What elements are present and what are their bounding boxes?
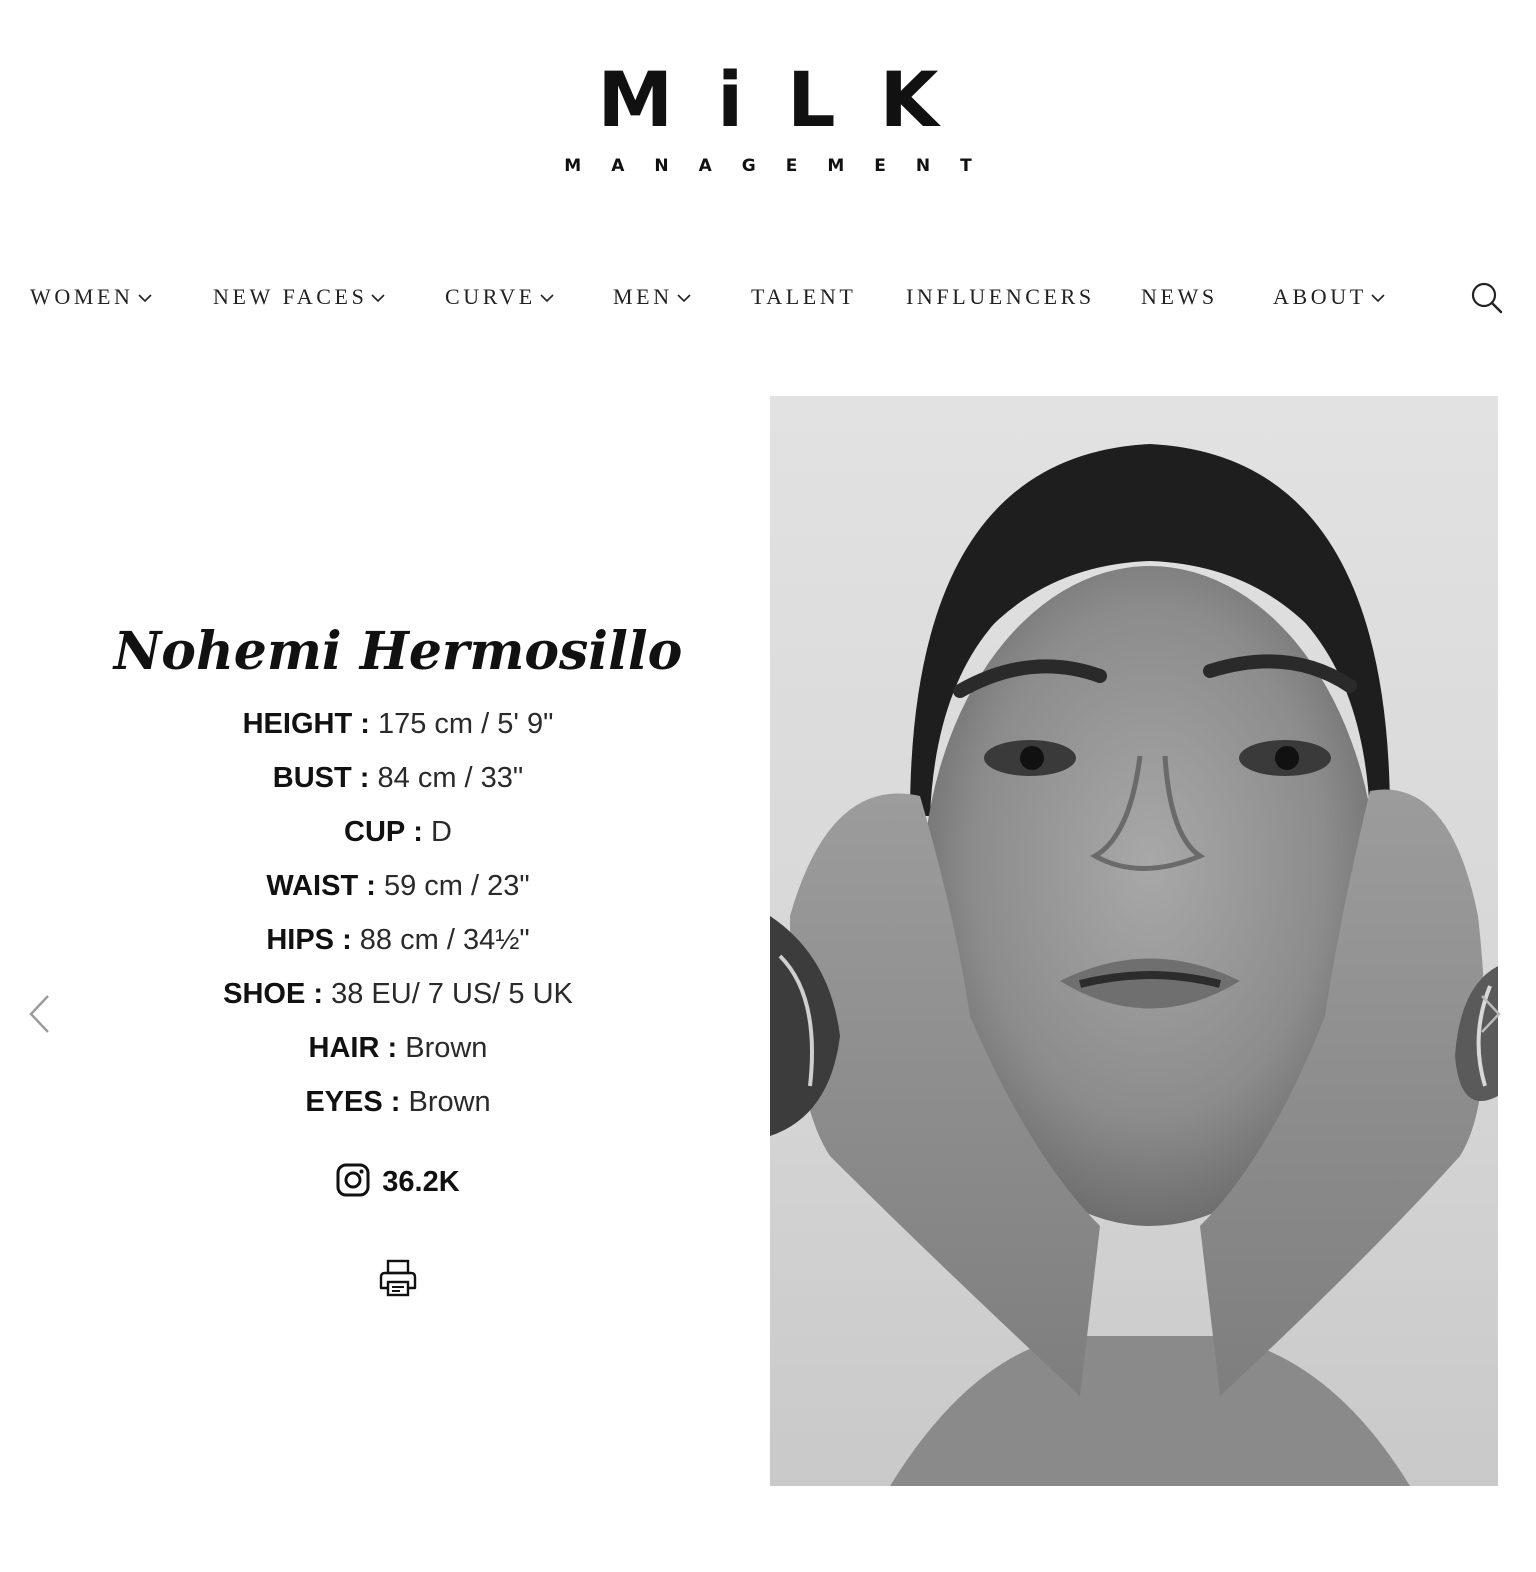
- stat-value: Brown: [408, 1086, 491, 1118]
- logo-wordmark: MiLK: [597, 55, 983, 144]
- stat-eyes: EYES : Brown: [0, 1075, 796, 1129]
- stat-value: D: [431, 816, 452, 848]
- nav-item-label: TALENT: [751, 284, 857, 309]
- chevron-down-icon: [1371, 281, 1385, 311]
- stat-hips: HIPS : 88 cm / 34½": [0, 913, 796, 967]
- stat-bust: BUST : 84 cm / 33": [0, 751, 796, 805]
- nav-item-about[interactable]: ABOUT: [1273, 282, 1385, 314]
- nav-item-men[interactable]: MEN: [613, 282, 691, 314]
- nav-item-label: NEW FACES: [213, 284, 368, 309]
- stat-waist: WAIST : 59 cm / 23": [0, 859, 796, 913]
- model-stats: HEIGHT : 175 cm / 5' 9" BUST : 84 cm / 3…: [0, 697, 796, 1129]
- nav-item-label: INFLUENCERS: [906, 284, 1095, 309]
- search-icon: [1471, 282, 1503, 314]
- portrait-image: [770, 444, 1498, 1486]
- stat-value: 88 cm / 34½": [359, 924, 530, 956]
- instagram-icon: [336, 1163, 370, 1197]
- stat-value: 38 EU/ 7 US/ 5 UK: [331, 978, 573, 1010]
- stat-label: SHOE: [223, 978, 306, 1010]
- model-name: Nohemi Hermosillo: [113, 620, 683, 682]
- nav-item-curve[interactable]: CURVE: [445, 282, 554, 314]
- gallery-prev-button[interactable]: [26, 993, 54, 1035]
- stat-separator: :: [366, 870, 376, 902]
- nav-item-talent[interactable]: TALENT: [751, 282, 856, 312]
- chevron-right-icon: [1481, 995, 1501, 1033]
- nav-item-influencers[interactable]: INFLUENCERS: [906, 282, 1095, 312]
- search-button[interactable]: [1470, 281, 1504, 315]
- nav-item-new-faces[interactable]: NEW FACES: [213, 281, 386, 314]
- main-nav: WOMEN NEW FACES CURVE MEN TALENT INFLUEN…: [0, 282, 1536, 314]
- gallery-next-button[interactable]: [1476, 993, 1504, 1035]
- stat-separator: :: [359, 762, 370, 794]
- stat-separator: :: [390, 1086, 401, 1118]
- stat-label: EYES: [305, 1086, 383, 1118]
- chevron-left-icon: [29, 995, 49, 1033]
- stat-label: CUP: [344, 816, 406, 848]
- chevron-down-icon: [137, 281, 152, 311]
- stat-height: HEIGHT : 175 cm / 5' 9": [0, 697, 796, 751]
- instagram-link[interactable]: 36.2K: [0, 1162, 796, 1202]
- stat-label: HIPS: [266, 924, 334, 956]
- stat-label: WAIST: [266, 870, 359, 902]
- logo-subtitle: MANAGEMENT: [564, 156, 1002, 176]
- nav-item-women[interactable]: WOMEN: [30, 282, 152, 314]
- stat-hair: HAIR : Brown: [0, 1021, 796, 1075]
- stat-value: 59 cm / 23": [383, 870, 530, 902]
- instagram-followers: 36.2K: [382, 1166, 460, 1198]
- chevron-down-icon: [677, 281, 691, 311]
- model-portrait-photo: [770, 396, 1498, 1486]
- nav-item-label: MEN: [613, 284, 673, 309]
- nav-item-label: CURVE: [445, 284, 536, 309]
- print-button[interactable]: [378, 1258, 418, 1298]
- printer-icon: [379, 1259, 417, 1297]
- chevron-down-icon: [371, 281, 386, 311]
- stat-label: HAIR: [308, 1032, 380, 1064]
- stat-value: 84 cm / 33": [377, 762, 524, 794]
- nav-item-label: WOMEN: [30, 284, 134, 309]
- stat-cup: CUP : D: [0, 805, 796, 859]
- brand-logo[interactable]: MiLK MANAGEMENT: [0, 55, 1536, 177]
- stat-value: 175 cm / 5' 9": [377, 708, 554, 740]
- stat-label: HEIGHT: [242, 708, 353, 740]
- stat-label: BUST: [272, 762, 352, 794]
- stat-separator: :: [387, 1032, 398, 1064]
- stat-separator: :: [313, 978, 324, 1010]
- stat-separator: :: [342, 924, 352, 956]
- chevron-down-icon: [540, 281, 554, 311]
- nav-item-label: ABOUT: [1273, 284, 1367, 309]
- stat-value: Brown: [405, 1032, 488, 1064]
- stat-shoe: SHOE : 38 EU/ 7 US/ 5 UK: [0, 967, 796, 1021]
- stat-separator: :: [360, 708, 370, 740]
- nav-item-news[interactable]: NEWS: [1141, 282, 1218, 312]
- stat-separator: :: [413, 816, 423, 848]
- nav-item-label: NEWS: [1141, 284, 1218, 309]
